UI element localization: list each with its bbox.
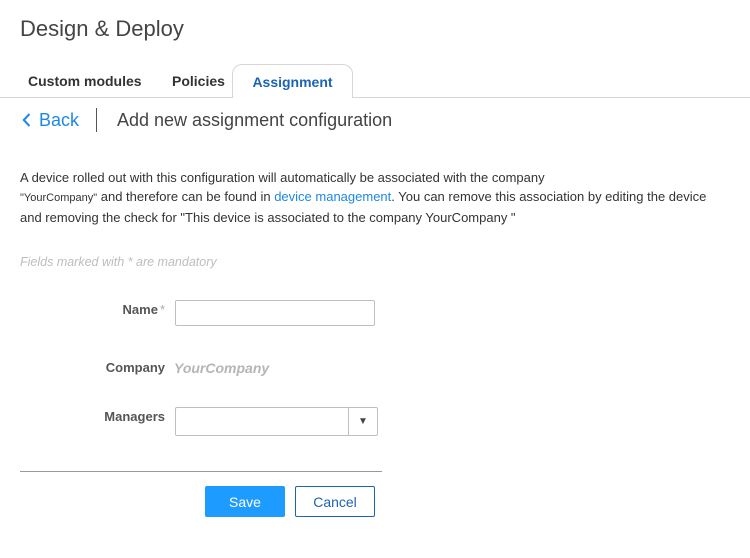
header-divider (96, 108, 97, 132)
description-text: A device rolled out with this configurat… (20, 168, 720, 227)
name-input[interactable] (175, 300, 375, 326)
back-label: Back (39, 109, 80, 130)
section-title: Add new assignment configuration (117, 110, 393, 130)
chevron-down-icon[interactable]: ▼ (349, 408, 377, 435)
managers-label: Managers (104, 409, 165, 424)
tab-policies[interactable]: Policies (172, 73, 225, 89)
managers-select[interactable]: ▼ (175, 407, 378, 436)
company-label: Company (105, 360, 165, 375)
description-text2: and therefore can be found in (97, 189, 275, 204)
name-label-text: Name (122, 302, 158, 317)
save-button[interactable]: Save (205, 486, 285, 517)
company-value: YourCompany (174, 360, 270, 376)
description-line1: A device rolled out with this configurat… (20, 170, 545, 185)
description-company: "YourCompany" (20, 192, 98, 204)
cancel-button[interactable]: Cancel (295, 486, 375, 517)
back-link[interactable]: Back (22, 108, 79, 132)
tab-custom-modules[interactable]: Custom modules (28, 73, 142, 89)
name-label: Name * (123, 302, 165, 317)
required-mark: * (159, 302, 165, 317)
form-divider (20, 471, 382, 472)
tab-bar: Custom modules Policies Assignment (0, 64, 750, 98)
mandatory-note: Fields marked with * are mandatory (20, 255, 217, 269)
chevron-left-icon (22, 113, 31, 127)
tab-assignment[interactable]: Assignment (232, 64, 353, 98)
page-title: Design & Deploy (20, 16, 184, 41)
device-management-link[interactable]: device management (274, 189, 391, 204)
